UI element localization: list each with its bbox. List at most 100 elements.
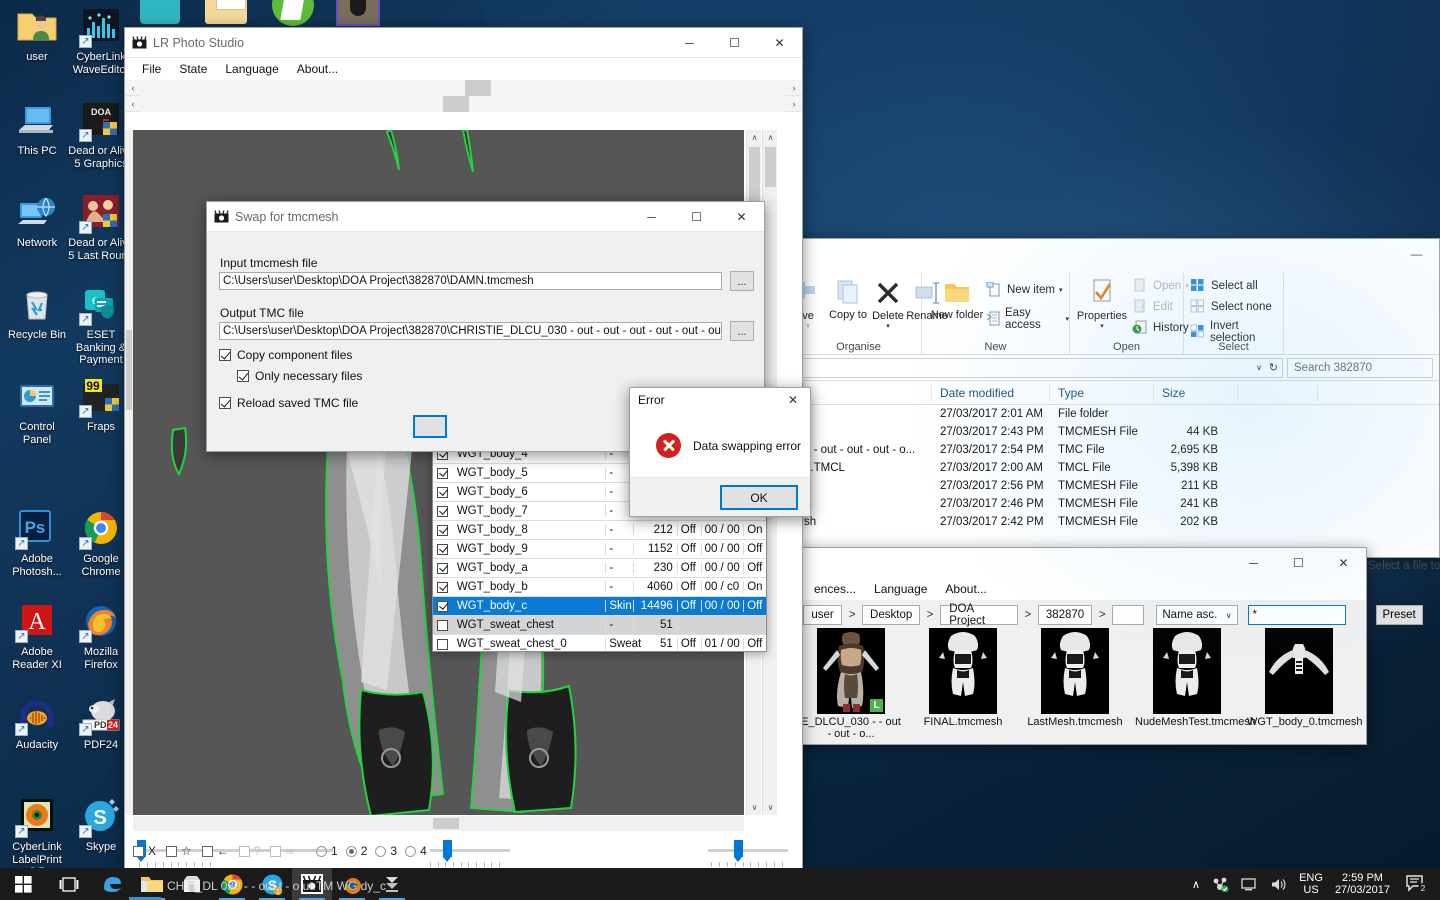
- radio-2[interactable]: [345, 845, 357, 857]
- table-row[interactable]: WGT_body_a -230 Off 00 / 00 Off: [433, 559, 766, 578]
- desktop-icon-user[interactable]: user: [4, 4, 70, 92]
- action-center-icon[interactable]: 2: [1396, 874, 1434, 894]
- thumbnail-image[interactable]: L: [817, 628, 885, 714]
- table-row[interactable]: WGT_body_b -4060 Off 00 / c0 On: [433, 578, 766, 597]
- row-checkbox[interactable]: [433, 505, 453, 517]
- radio-4[interactable]: [405, 845, 417, 857]
- only-necessary-files-checkbox[interactable]: Only necessary files: [237, 369, 362, 383]
- explorer-row[interactable]: 27/03/2017 2:43 PM TMCMESH File 44 KB: [796, 423, 1439, 441]
- taskbar[interactable]: S 1 ∧ ENG US 2:59 PM 27/03/2017 2 CH E_D…: [0, 868, 1440, 900]
- lr-close-button[interactable]: ✕: [757, 28, 802, 58]
- taskbar-skype-icon[interactable]: S 1: [252, 868, 292, 900]
- scroll-thumb[interactable]: [443, 95, 469, 112]
- row-checkbox[interactable]: [433, 619, 453, 631]
- address-input[interactable]: ∨ ↻: [802, 358, 1283, 378]
- column-header-name[interactable]: [796, 384, 932, 401]
- desktop-icon-control-panel[interactable]: Control Panel: [4, 374, 70, 462]
- table-row[interactable]: WGT_sweat_chest -51: [433, 616, 766, 635]
- lr-maximize-button[interactable]: ☐: [712, 28, 757, 58]
- column-header-date[interactable]: Date modified: [932, 384, 1050, 401]
- swap-maximize-button[interactable]: ☐: [674, 202, 719, 232]
- scroll-down-icon[interactable]: ∨: [763, 800, 778, 815]
- input-language-indicator[interactable]: ENG US: [1293, 872, 1329, 896]
- scroll-thumb[interactable]: [433, 818, 459, 829]
- row-checkbox[interactable]: [433, 486, 453, 498]
- lr-horizontal-scrollbar-2[interactable]: ‹ ›: [125, 95, 802, 112]
- menu-about[interactable]: About...: [288, 60, 347, 78]
- scroll-right-icon[interactable]: ›: [786, 99, 802, 109]
- scroll-up-icon[interactable]: ∧: [747, 130, 762, 145]
- explorer-row[interactable]: 0 27/03/2017 2:01 AM File folder: [796, 405, 1439, 423]
- column-header-type[interactable]: Type: [1050, 384, 1154, 401]
- slider-track[interactable]: [430, 849, 510, 852]
- scroll-left-icon[interactable]: ‹: [125, 83, 141, 93]
- output-browse-button[interactable]: ...: [730, 321, 754, 341]
- filter-input[interactable]: *: [1247, 605, 1346, 625]
- row-checkbox[interactable]: [433, 600, 453, 612]
- tray-chevron-up-icon[interactable]: ∧: [1186, 878, 1206, 891]
- input-browse-button[interactable]: ...: [730, 271, 754, 291]
- slider-track[interactable]: [708, 849, 788, 852]
- menu-language[interactable]: Language: [865, 580, 936, 598]
- thumbnail-image[interactable]: [929, 628, 997, 714]
- option-x-checkbox[interactable]: [133, 845, 144, 857]
- select-none-button[interactable]: Select none: [1190, 299, 1272, 315]
- desktop-icon-adobe-photoshop[interactable]: Ps ↗ Adobe Photosh...: [4, 506, 70, 594]
- taskbar-lr-photo-studio-icon[interactable]: [292, 868, 332, 900]
- menu-preferences[interactable]: ences...: [805, 580, 865, 598]
- taskbar-microsoft-store-icon[interactable]: [172, 868, 212, 900]
- browser-close-button[interactable]: ✕: [1321, 548, 1366, 578]
- thumbnail-item[interactable]: NudeMeshTest.tmcmesh: [1135, 628, 1256, 744]
- error-dialog[interactable]: Error ✕ Data swapping error OK: [629, 387, 811, 517]
- mesh-browser-window[interactable]: ─ ☐ ✕ ences... Language About... user > …: [796, 547, 1423, 745]
- scroll-track[interactable]: [141, 79, 786, 96]
- search-input[interactable]: Search 382870: [1287, 358, 1433, 378]
- desktop-icon-this-pc[interactable]: This PC: [4, 98, 70, 186]
- slider-knob[interactable]: [734, 840, 743, 862]
- scroll-up-icon[interactable]: ∧: [763, 130, 778, 145]
- desktop-icon-recycle-bin[interactable]: Recycle Bin: [4, 282, 70, 370]
- volume-icon[interactable]: [1264, 877, 1293, 892]
- browser-minimize-button[interactable]: ─: [1231, 548, 1276, 578]
- row-checkbox[interactable]: [433, 638, 453, 650]
- gutter-thumb[interactable]: [126, 330, 132, 410]
- breadcrumb-doa-project[interactable]: DOA Project: [940, 603, 1018, 627]
- taskbar-chrome-icon[interactable]: [212, 868, 252, 900]
- preset-button[interactable]: Preset: [1375, 605, 1423, 625]
- output-tmc-field[interactable]: C:\Users\user\Desktop\DOA Project\382870…: [219, 322, 722, 340]
- task-view-icon[interactable]: [46, 868, 92, 900]
- explorer-file-list[interactable]: 0 27/03/2017 2:01 AM File folder 27/03/2017…: [796, 405, 1439, 557]
- scroll-thumb[interactable]: [465, 79, 491, 96]
- explorer-row[interactable]: 0.TMCL 27/03/2017 2:00 AM TMCL File 5,398 K…: [796, 459, 1439, 477]
- breadcrumb-user[interactable]: user: [803, 605, 843, 625]
- menu-language[interactable]: Language: [216, 60, 287, 78]
- menu-about[interactable]: About...: [936, 580, 995, 598]
- properties-button[interactable]: Properties ▾: [1074, 278, 1130, 330]
- desktop-icon-adobe-reader[interactable]: A ↗ Adobe Reader XI: [4, 599, 70, 687]
- new-item-button[interactable]: New item ▾: [986, 282, 1062, 298]
- easy-access-button[interactable]: Easy access ▾: [986, 307, 1069, 331]
- lr-horizontal-scrollbar-1[interactable]: ‹ ›: [125, 79, 802, 96]
- table-row[interactable]: WGT_body_8-212 Off 00 / 00 On: [433, 521, 766, 540]
- radio-1[interactable]: [316, 845, 328, 857]
- document-icon-partial[interactable]: [216, 0, 246, 10]
- new-folder-button[interactable]: New folder: [930, 278, 984, 321]
- row-checkbox[interactable]: [433, 581, 453, 593]
- table-row[interactable]: WGT_sweat_chest_0 Sweat 51 Off 01 / 00 Off: [433, 635, 766, 651]
- refresh-icon[interactable]: ↻: [1269, 361, 1278, 374]
- input-tmcmesh-field[interactable]: C:\Users\user\Desktop\DOA Project\382870…: [219, 272, 722, 290]
- menu-state[interactable]: State: [170, 60, 216, 78]
- row-checkbox[interactable]: [433, 543, 453, 555]
- browser-maximize-button[interactable]: ☐: [1276, 548, 1321, 578]
- thumbnail-item[interactable]: FINAL.tmcmesh: [913, 628, 1013, 744]
- copy-component-files-checkbox[interactable]: Copy component files: [219, 348, 352, 362]
- table-row[interactable]: WGT_body_c Skin 14496 Off 00 / 00 Off: [433, 597, 766, 616]
- option-arrow-checkbox[interactable]: [201, 845, 213, 857]
- explorer-row[interactable]: 27/03/2017 2:56 PM TMCMESH File 211 KB: [796, 477, 1439, 495]
- desktop-icon-network[interactable]: Network: [4, 190, 70, 278]
- explorer-row[interactable]: 27/03/2017 2:46 PM TMCMESH File 241 KB: [796, 495, 1439, 513]
- thumbnail-item[interactable]: L E_DLCU_030 - - out - out - o...: [801, 628, 901, 744]
- explorer-minimize-button[interactable]: —: [1394, 239, 1439, 269]
- reload-saved-tmc-checkbox[interactable]: Reload saved TMC file: [219, 396, 358, 410]
- thumbnail-image[interactable]: [1041, 628, 1109, 714]
